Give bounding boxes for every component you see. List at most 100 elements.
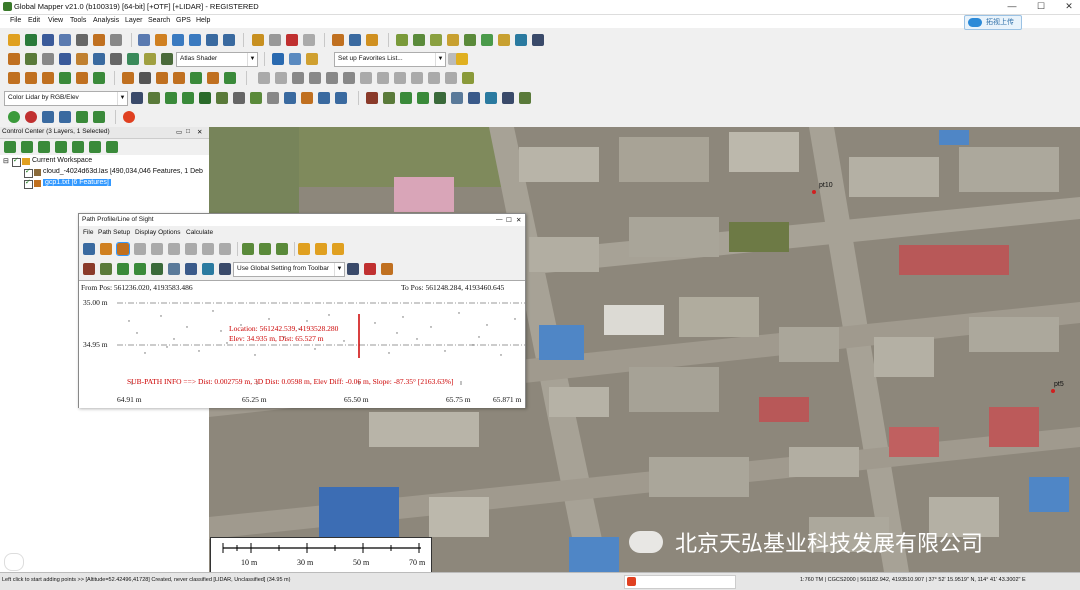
tree-profile-icon[interactable] bbox=[134, 263, 146, 275]
shade-icon[interactable] bbox=[447, 34, 459, 46]
zoom-extents-icon[interactable] bbox=[134, 243, 146, 255]
globe-icon[interactable] bbox=[25, 34, 37, 46]
pointer-icon[interactable] bbox=[138, 34, 150, 46]
reshape-icon[interactable] bbox=[411, 72, 423, 84]
profile-plot[interactable]: From Pos: 561236.020, 4193583.486 To Pos… bbox=[79, 280, 525, 408]
align-icon[interactable] bbox=[343, 72, 355, 84]
layer-checkbox-gcp[interactable] bbox=[24, 178, 33, 189]
tree-icon[interactable] bbox=[481, 34, 493, 46]
trace-icon[interactable] bbox=[207, 72, 219, 84]
line-of-sight-icon[interactable] bbox=[276, 243, 288, 255]
plant-icon[interactable] bbox=[519, 92, 531, 104]
menu-edit[interactable]: Edit bbox=[28, 17, 40, 24]
favorites-select[interactable]: Set up Favorites List... ▼ bbox=[334, 52, 446, 67]
ruler-icon[interactable] bbox=[462, 72, 474, 84]
dialog-minimize-button[interactable]: — bbox=[496, 216, 503, 223]
measure-tool-icon[interactable] bbox=[116, 242, 130, 256]
lasso-icon[interactable] bbox=[93, 53, 105, 65]
noise-icon[interactable] bbox=[233, 92, 245, 104]
area-icon[interactable] bbox=[156, 72, 168, 84]
magic-icon[interactable] bbox=[347, 263, 359, 275]
play-icon[interactable] bbox=[8, 111, 20, 123]
select-points-icon[interactable] bbox=[301, 92, 313, 104]
merge-icon[interactable] bbox=[224, 72, 236, 84]
copy-icon[interactable] bbox=[269, 34, 281, 46]
ground-profile-icon[interactable] bbox=[100, 263, 112, 275]
menu-tools[interactable]: Tools bbox=[70, 17, 86, 24]
maximize-button[interactable]: ☐ bbox=[1032, 1, 1050, 12]
ground-icon[interactable] bbox=[148, 92, 160, 104]
buffer-icon[interactable] bbox=[173, 72, 185, 84]
gcp-point-marker[interactable] bbox=[1051, 389, 1055, 393]
record-track-icon[interactable] bbox=[42, 111, 54, 123]
node-icon[interactable] bbox=[394, 72, 406, 84]
smooth-icon[interactable] bbox=[445, 72, 457, 84]
map-icon[interactable] bbox=[59, 34, 71, 46]
vegetation-icon[interactable] bbox=[165, 92, 177, 104]
gcp-point-marker[interactable] bbox=[812, 190, 816, 194]
mesh-icon[interactable] bbox=[250, 92, 262, 104]
polygon-icon[interactable] bbox=[144, 53, 156, 65]
line-icon[interactable] bbox=[219, 243, 231, 255]
globe-grid-icon[interactable] bbox=[272, 53, 284, 65]
select-icon[interactable] bbox=[83, 243, 95, 255]
scale-icon[interactable] bbox=[292, 72, 304, 84]
path-icon[interactable] bbox=[498, 34, 510, 46]
simplify-icon[interactable] bbox=[428, 72, 440, 84]
line-edit-icon[interactable] bbox=[25, 72, 37, 84]
info-icon[interactable] bbox=[349, 34, 361, 46]
gps-settings-icon[interactable] bbox=[76, 111, 88, 123]
layer-options-icon[interactable] bbox=[72, 141, 84, 153]
remove-layer-icon[interactable] bbox=[21, 141, 33, 153]
tool-icon[interactable] bbox=[110, 34, 122, 46]
wand-profile-icon[interactable] bbox=[219, 263, 231, 275]
find-icon[interactable] bbox=[366, 34, 378, 46]
global-setting-select[interactable]: Use Global Setting from Toolbar ▼ bbox=[233, 262, 345, 277]
terrain-3d-icon[interactable] bbox=[168, 263, 180, 275]
zoom-y-icon[interactable] bbox=[168, 243, 180, 255]
gps-mark-icon[interactable] bbox=[93, 111, 105, 123]
gps-icon[interactable] bbox=[59, 111, 71, 123]
close-tool-icon[interactable] bbox=[532, 34, 544, 46]
forest-profile-icon[interactable] bbox=[151, 263, 163, 275]
ime-toolbar[interactable] bbox=[624, 575, 736, 589]
filter-icon[interactable] bbox=[216, 92, 228, 104]
import-icon[interactable] bbox=[332, 243, 344, 255]
split-icon[interactable] bbox=[76, 53, 88, 65]
mountain-icon[interactable] bbox=[161, 53, 173, 65]
export-icon[interactable] bbox=[315, 243, 327, 255]
pan-hand-icon[interactable] bbox=[155, 34, 167, 46]
color-wheel-icon[interactable] bbox=[123, 111, 135, 123]
sun-icon[interactable] bbox=[306, 53, 318, 65]
surface-icon[interactable] bbox=[430, 34, 442, 46]
point-icon[interactable] bbox=[377, 72, 389, 84]
dialog-menu-calculate[interactable]: Calculate bbox=[186, 229, 213, 236]
water-icon[interactable] bbox=[485, 92, 497, 104]
open-folder-icon[interactable] bbox=[8, 34, 20, 46]
dialog-menu-path-setup[interactable]: Path Setup bbox=[98, 229, 130, 236]
vertex-icon[interactable] bbox=[25, 53, 37, 65]
volume-icon[interactable] bbox=[383, 92, 395, 104]
menu-search[interactable]: Search bbox=[148, 17, 170, 24]
move-icon[interactable] bbox=[42, 53, 54, 65]
menu-layer[interactable]: Layer bbox=[125, 17, 143, 24]
paste-icon[interactable] bbox=[303, 34, 315, 46]
restore-icon[interactable]: □ bbox=[186, 128, 190, 135]
menu-view[interactable]: View bbox=[48, 17, 63, 24]
line-tool-icon[interactable] bbox=[8, 72, 20, 84]
dialog-menu-display-options[interactable]: Display Options bbox=[135, 229, 181, 236]
transform-icon[interactable] bbox=[127, 53, 139, 65]
zoom-x-icon[interactable] bbox=[151, 243, 163, 255]
terrain-profile-icon[interactable] bbox=[242, 243, 254, 255]
crosshair-icon[interactable] bbox=[258, 72, 270, 84]
elevation-icon[interactable] bbox=[468, 92, 480, 104]
digitize-icon[interactable] bbox=[8, 53, 20, 65]
layer-icon[interactable] bbox=[93, 34, 105, 46]
view-3d-icon[interactable] bbox=[464, 34, 476, 46]
dialog-close-button[interactable]: ✕ bbox=[516, 216, 521, 224]
workspace-checkbox[interactable] bbox=[12, 156, 21, 167]
home-icon[interactable] bbox=[223, 34, 235, 46]
minimize-button[interactable]: — bbox=[1003, 1, 1021, 11]
dialog-menu-file[interactable]: File bbox=[83, 229, 93, 236]
feature-icon[interactable] bbox=[59, 72, 71, 84]
